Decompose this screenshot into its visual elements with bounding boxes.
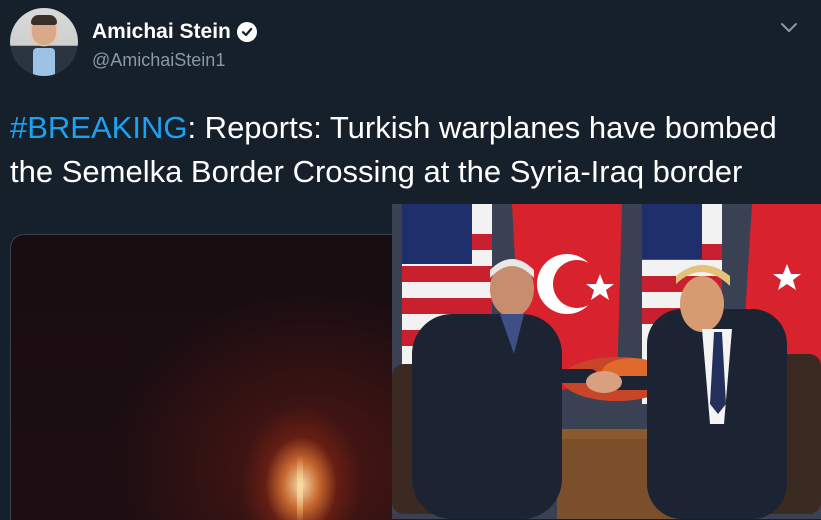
hashtag-link[interactable]: #BREAKING [10, 110, 187, 145]
verified-badge-icon [236, 22, 257, 42]
author-handle[interactable]: @AmichaiStein1 [92, 50, 225, 71]
avatar-hair [31, 15, 57, 25]
tweet-header: Amichai Stein @AmichaiStein1 [8, 8, 813, 88]
author-name-row[interactable]: Amichai Stein [92, 20, 257, 44]
handshake-photo-graphic [392, 204, 821, 519]
avatar-shirt [33, 48, 55, 76]
author-name[interactable]: Amichai Stein [92, 20, 231, 44]
media-photo-handshake[interactable] [392, 204, 821, 519]
explosion-flare [297, 455, 303, 520]
media-thumbnail-explosion[interactable] [10, 234, 411, 520]
avatar[interactable] [10, 8, 78, 76]
chevron-down-icon[interactable] [779, 18, 799, 38]
tweet-text: #BREAKING: Reports: Turkish warplanes ha… [10, 106, 810, 194]
